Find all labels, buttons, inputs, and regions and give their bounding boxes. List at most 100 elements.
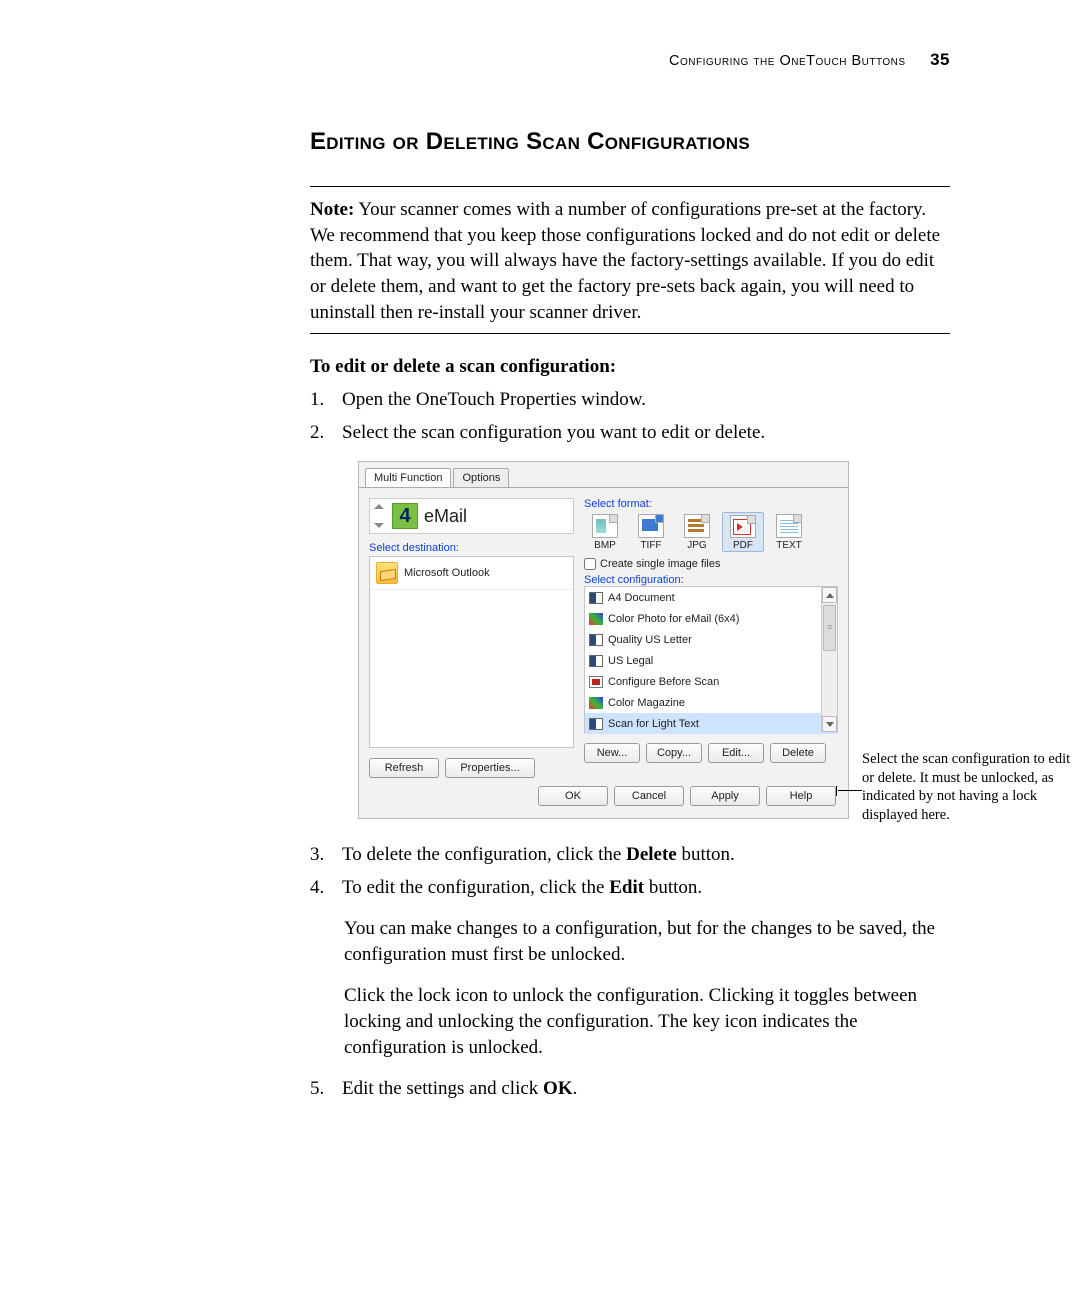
dialog-left-column: 4 eMail Select destination: Microsoft Ou… [369, 498, 574, 778]
refresh-button[interactable]: Refresh [369, 758, 439, 778]
function-name: eMail [424, 506, 467, 527]
body-paragraph-2: Click the lock icon to unlock the config… [344, 983, 950, 1062]
bw-doc-icon [589, 592, 603, 604]
tab-options[interactable]: Options [453, 468, 509, 487]
step-text-post: . [573, 1078, 578, 1099]
callout-text: Select the scan configuration to edit or… [862, 751, 1070, 823]
format-tiff[interactable]: TIFF [630, 512, 672, 552]
step-2: 2. Select the scan configuration you wan… [310, 419, 950, 448]
configure-icon [589, 676, 603, 688]
step-text-bold: Edit [609, 877, 644, 898]
spinner-down-icon[interactable] [374, 523, 384, 528]
note-label: Note: [310, 199, 354, 220]
callout: Select the scan configuration to edit or… [862, 750, 1076, 824]
step-text-bold: OK [543, 1078, 573, 1099]
config-item-label: A4 Document [608, 592, 675, 604]
select-configuration-label: Select configuration: [584, 574, 838, 586]
apply-button[interactable]: Apply [690, 786, 760, 806]
step-text-pre: To edit the configuration, click the [342, 877, 609, 898]
scroll-thumb[interactable] [823, 605, 836, 651]
tab-multi-function[interactable]: Multi Function [365, 468, 451, 487]
format-label: TIFF [640, 540, 661, 551]
config-item[interactable]: Color Magazine [585, 692, 837, 713]
copy-button[interactable]: Copy... [646, 743, 702, 763]
dialog-bottom-buttons: OK Cancel Apply Help [359, 786, 848, 818]
color-doc-icon [589, 697, 603, 709]
bmp-icon [592, 514, 618, 538]
page-number: 35 [930, 50, 950, 69]
config-item[interactable]: US Legal [585, 650, 837, 671]
config-item[interactable]: Color Photo for eMail (6x4) [585, 608, 837, 629]
dialog-tabs: Multi Function Options [359, 462, 848, 487]
destination-item-outlook[interactable]: Microsoft Outlook [370, 557, 573, 590]
function-selector: 4 eMail [369, 498, 574, 534]
bw-doc-icon [589, 634, 603, 646]
step-text: To edit the configuration, click the Edi… [342, 874, 950, 903]
onetouch-dialog-wrap: Multi Function Options 4 eMail Select de… [358, 461, 950, 819]
step-text: Select the scan configuration you want t… [342, 419, 950, 448]
rule-top [310, 186, 950, 187]
single-image-checkbox[interactable] [584, 558, 596, 570]
outlook-icon [376, 562, 398, 584]
bw-doc-icon [589, 718, 603, 730]
step-number: 2. [310, 419, 328, 448]
step-text-pre: Edit the settings and click [342, 1078, 543, 1099]
single-image-checkbox-label: Create single image files [600, 558, 720, 570]
scroll-down-button[interactable] [822, 716, 837, 732]
config-item-label: US Legal [608, 655, 653, 667]
step-number: 5. [310, 1075, 328, 1104]
destination-list[interactable]: Microsoft Outlook [369, 556, 574, 748]
config-item-selected[interactable]: Scan for Light Text [585, 713, 837, 734]
format-row: BMP TIFF JPG [584, 512, 838, 552]
ok-button[interactable]: OK [538, 786, 608, 806]
step-number: 1. [310, 386, 328, 415]
select-format-label: Select format: [584, 498, 838, 510]
config-button-row: New... Copy... Edit... Delete [584, 743, 838, 763]
format-jpg[interactable]: JPG [676, 512, 718, 552]
new-button[interactable]: New... [584, 743, 640, 763]
running-head: Configuring the OneTouch Buttons 35 [310, 50, 950, 70]
scroll-up-button[interactable] [822, 587, 837, 603]
step-text: Edit the settings and click OK. [342, 1075, 950, 1104]
config-item-label: Color Photo for eMail (6x4) [608, 613, 739, 625]
format-label: PDF [733, 540, 753, 551]
step-text-post: button. [644, 877, 702, 898]
section-heading: Editing or Deleting Scan Configurations [310, 128, 950, 156]
edit-button[interactable]: Edit... [708, 743, 764, 763]
steps-list-top: 1. Open the OneTouch Properties window. … [310, 386, 950, 447]
format-label: TEXT [776, 540, 802, 551]
function-spinner[interactable] [374, 504, 386, 528]
help-button[interactable]: Help [766, 786, 836, 806]
rule-bottom [310, 333, 950, 334]
format-text[interactable]: TEXT [768, 512, 810, 552]
configuration-list[interactable]: A4 Document Color Photo for eMail (6x4) … [584, 586, 838, 733]
note-paragraph: Note: Your scanner comes with a number o… [310, 197, 950, 325]
format-bmp[interactable]: BMP [584, 512, 626, 552]
step-4: 4. To edit the configuration, click the … [310, 874, 950, 903]
chevron-down-icon [826, 722, 834, 727]
config-scrollbar[interactable] [821, 587, 837, 732]
callout-leader [838, 790, 862, 791]
spinner-up-icon[interactable] [374, 504, 384, 509]
config-item[interactable]: Configure Before Scan [585, 671, 837, 692]
bw-doc-icon [589, 655, 603, 667]
text-icon [776, 514, 802, 538]
tiff-icon [638, 514, 664, 538]
delete-button[interactable]: Delete [770, 743, 826, 763]
format-label: JPG [687, 540, 706, 551]
function-number: 4 [392, 503, 418, 529]
format-label: BMP [594, 540, 616, 551]
config-item[interactable]: A4 Document [585, 587, 837, 608]
config-item[interactable]: Quality US Letter [585, 629, 837, 650]
pdf-icon [730, 515, 756, 538]
step-text-post: button. [677, 844, 735, 865]
step-text-bold: Delete [626, 844, 677, 865]
format-pdf[interactable]: PDF [722, 512, 764, 552]
note-body: Your scanner comes with a number of conf… [310, 199, 940, 323]
properties-button[interactable]: Properties... [445, 758, 535, 778]
config-item-label: Scan for Light Text [608, 718, 699, 730]
step-text: To delete the configuration, click the D… [342, 841, 950, 870]
step-number: 3. [310, 841, 328, 870]
step-1: 1. Open the OneTouch Properties window. [310, 386, 950, 415]
cancel-button[interactable]: Cancel [614, 786, 684, 806]
